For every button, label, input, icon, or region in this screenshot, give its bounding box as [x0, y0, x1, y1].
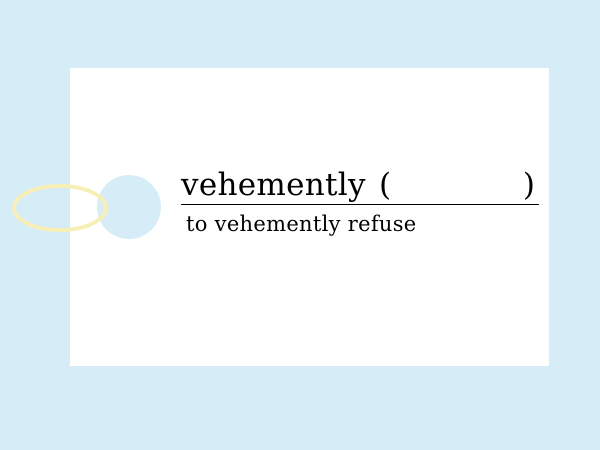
vocabulary-word: vehemently — [181, 167, 366, 203]
blank-open-paren: ( — [379, 167, 392, 203]
answer-line: vehemently ( ) — [181, 165, 539, 205]
example-phrase: to vehemently refuse — [186, 212, 417, 236]
blank-close-paren: ) — [522, 167, 535, 203]
